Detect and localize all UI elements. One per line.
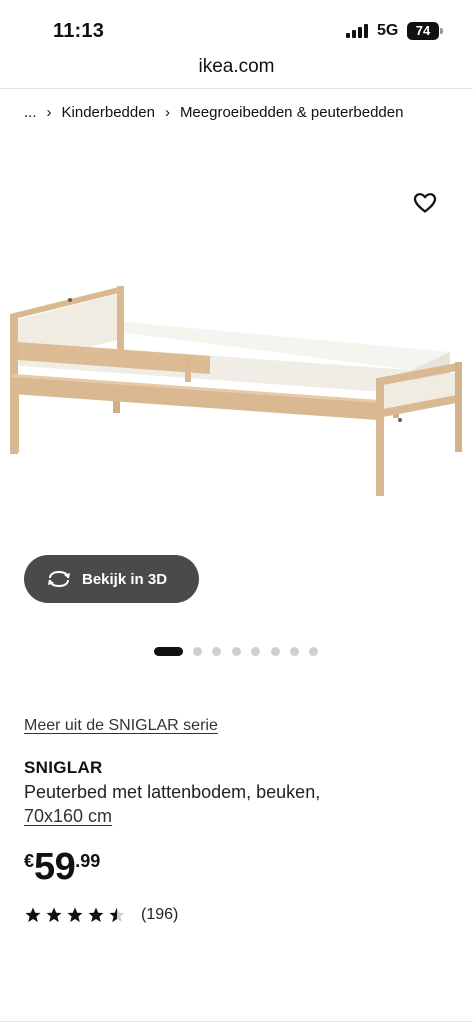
carousel-dot[interactable] [251,647,261,656]
product-size-link[interactable]: 70x160 cm [24,806,112,827]
breadcrumb-ellipsis[interactable]: ... [24,104,37,121]
breadcrumb: ... › Kinderbedden › Meegroeibedden & pe… [24,104,403,121]
star-icon [46,907,62,923]
carousel-dot[interactable] [309,647,319,656]
carousel-dot[interactable] [231,647,241,656]
battery-icon: 74 [407,22,443,40]
carousel-indicator [154,647,329,656]
price-decimal: .99 [75,851,101,871]
star-icon [67,907,83,923]
breadcrumb-item-kinderbedden[interactable]: Kinderbedden [62,104,155,121]
product-rating[interactable]: (196) [24,906,178,924]
carousel-dot[interactable] [193,647,202,656]
carousel-dot[interactable] [212,647,222,656]
star-half-icon [109,907,125,923]
carousel-dot-active[interactable] [154,647,183,656]
price-integer: 59 [34,846,76,888]
price-currency: € [24,851,35,871]
status-bar: 11:13 5G 74 [0,0,473,56]
product-price: € 59 .99 [24,845,100,889]
series-link[interactable]: Meer uit de SNIGLAR serie [24,717,218,735]
favorite-heart-icon[interactable] [413,191,437,215]
star-icon [25,907,41,923]
product-name: SNIGLAR [24,758,103,777]
product-description: Peuterbed met lattenbodem, beuken, [24,782,321,802]
signal-icon [346,24,370,38]
view-3d-label: Bekijk in 3D [82,570,168,588]
chevron-right-icon: › [164,104,170,121]
status-time: 11:13 [53,20,105,42]
breadcrumb-item-meegroeibedden[interactable]: Meegroeibedden & peuterbedden [180,104,404,121]
url-bar[interactable]: ikea.com [0,56,473,88]
network-label: 5G [377,22,399,39]
carousel-dot[interactable] [289,647,299,656]
view-3d-button[interactable]: Bekijk in 3D [24,555,199,603]
star-icon [88,907,104,923]
carousel-dot[interactable] [270,647,280,656]
rating-stars [24,906,129,924]
product-image[interactable] [0,270,473,510]
divider [0,88,473,89]
chevron-right-icon: › [46,104,52,121]
divider [0,1021,473,1022]
rotate-3d-icon [48,570,70,588]
review-count: (196) [141,906,179,923]
